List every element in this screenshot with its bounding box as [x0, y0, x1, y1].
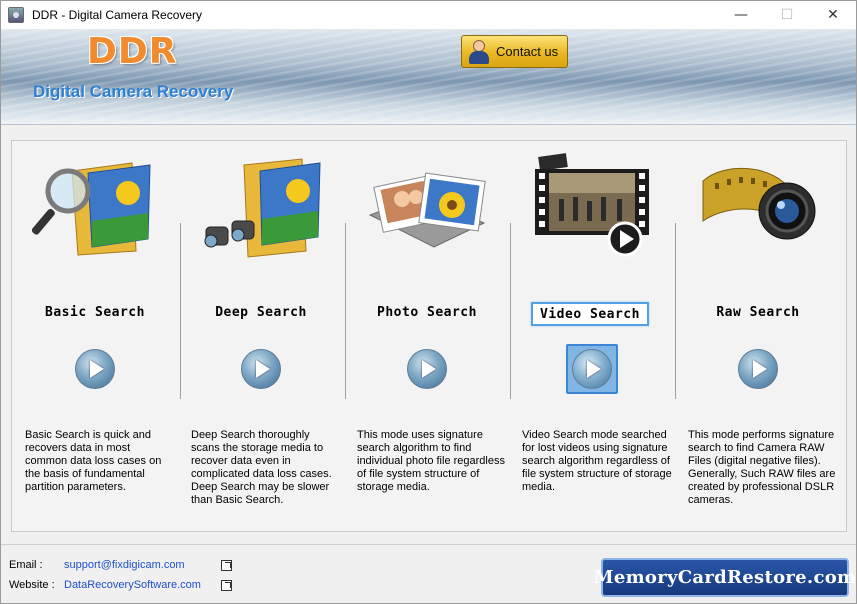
title-bar: DDR - Digital Camera Recovery — ☐ ✕ [1, 1, 856, 29]
deep-search-description: Deep Search thoroughly scans the storage… [191, 429, 332, 506]
minimize-button[interactable]: — [718, 1, 764, 29]
basic-search-label[interactable]: Basic Search [12, 305, 178, 320]
website-link[interactable]: DataRecoverySoftware.com [64, 579, 221, 591]
photo-search-play-button[interactable] [407, 349, 447, 389]
close-button[interactable]: ✕ [810, 1, 856, 29]
app-window: DDR - Digital Camera Recovery — ☐ ✕ DDR … [0, 0, 857, 604]
video-search-play-button[interactable] [566, 344, 618, 394]
header-banner: DDR Digital Camera Recovery Contact us [1, 29, 856, 125]
footer-email-row: Email : support@fixdigicam.com [9, 559, 232, 571]
film-video-icon [535, 153, 649, 257]
play-icon [587, 360, 601, 378]
basic-search-description: Basic Search is quick and recovers data … [25, 429, 162, 493]
play-icon [256, 360, 270, 378]
photo-search-label[interactable]: Photo Search [344, 305, 510, 320]
play-icon [90, 360, 104, 378]
search-options-panel: Basic Search Basic Search is quick and r… [11, 140, 847, 532]
website-label: Website : [9, 579, 55, 591]
option-video-search: Video Search Video Search mode searched … [509, 141, 675, 531]
product-subtitle: Digital Camera Recovery [33, 82, 234, 101]
folder-binoculars-icon [204, 158, 321, 258]
video-search-description: Video Search mode searched for lost vide… [522, 429, 672, 493]
external-link-icon[interactable] [221, 579, 232, 591]
footer-website-row: Website : DataRecoverySoftware.com [9, 579, 232, 591]
option-raw-search: Raw Search This mode performs signature … [675, 141, 841, 531]
footer-divider [1, 544, 856, 545]
contact-us-label: Contact us [496, 44, 559, 59]
video-search-label[interactable]: Video Search [531, 302, 649, 326]
raw-search-description: This mode performs signature search to f… [688, 429, 836, 506]
window-controls: — ☐ ✕ [718, 1, 856, 29]
option-photo-search: Photo Search This mode uses signature se… [344, 141, 510, 531]
external-link-icon[interactable] [221, 559, 232, 571]
option-basic-search: Basic Search Basic Search is quick and r… [12, 141, 178, 531]
email-link[interactable]: support@fixdigicam.com [64, 559, 221, 571]
photos-icon [368, 172, 486, 248]
option-deep-search: Deep Search Deep Search thoroughly scans… [178, 141, 344, 531]
raw-search-label[interactable]: Raw Search [675, 305, 841, 320]
basic-search-play-button[interactable] [75, 349, 115, 389]
deep-search-label[interactable]: Deep Search [178, 305, 344, 320]
person-icon [468, 39, 490, 64]
camera-app-icon [8, 7, 24, 23]
photo-search-description: This mode uses signature search algorith… [357, 429, 505, 493]
memorycardrestore-logo[interactable]: MemoryCardRestore.com [594, 558, 856, 597]
window-title: DDR - Digital Camera Recovery [32, 8, 203, 22]
contact-us-button[interactable]: Contact us [461, 35, 568, 68]
folder-magnifier-icon [32, 162, 151, 256]
play-icon [422, 360, 436, 378]
film-lens-icon [702, 167, 816, 240]
email-label: Email : [9, 559, 43, 571]
maximize-button[interactable]: ☐ [764, 1, 810, 29]
deep-search-play-button[interactable] [241, 349, 281, 389]
brand-logo: DDR [87, 31, 178, 72]
raw-search-play-button[interactable] [738, 349, 778, 389]
play-icon [753, 360, 767, 378]
